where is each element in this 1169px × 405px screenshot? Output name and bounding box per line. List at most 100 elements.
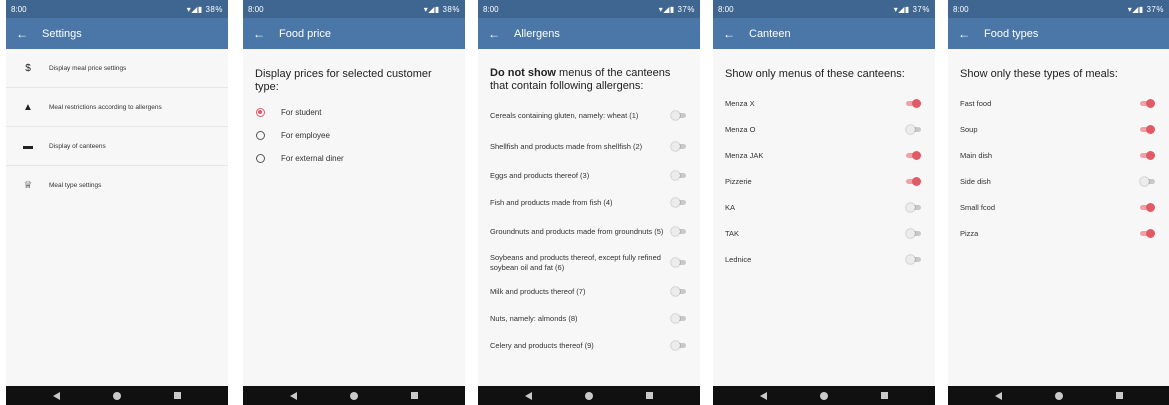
- allergen-toggle[interactable]: [671, 287, 686, 296]
- back-arrow-icon[interactable]: ←: [16, 27, 42, 41]
- allergen-row[interactable]: Cereals containing gluten, namely: wheat…: [478, 100, 700, 131]
- nav-recents-icon[interactable]: [1115, 392, 1123, 399]
- back-arrow-icon[interactable]: ←: [958, 27, 984, 41]
- allergen-toggle[interactable]: [671, 171, 686, 180]
- canteen-row[interactable]: Menza X: [713, 91, 935, 117]
- canteen-toggle[interactable]: [906, 151, 921, 160]
- canteen-row[interactable]: TAK: [713, 221, 935, 247]
- allergen-row[interactable]: Fish and products made from fish (4): [478, 189, 700, 216]
- food-type-row[interactable]: Fast food: [948, 91, 1169, 117]
- canteen-label: TAK: [725, 228, 740, 238]
- nav-home-icon[interactable]: [112, 391, 121, 400]
- nav-recents-icon[interactable]: [174, 392, 182, 399]
- canteen-toggle[interactable]: [906, 255, 921, 264]
- radio-option-student[interactable]: For student: [243, 101, 465, 124]
- allergen-toggle[interactable]: [671, 258, 686, 267]
- nav-back-icon[interactable]: [289, 391, 297, 400]
- canteen-row[interactable]: Lednice: [713, 247, 935, 273]
- canteen-toggle[interactable]: [906, 229, 921, 238]
- allergen-label: Groundnuts and products made from ground…: [490, 226, 664, 236]
- section-heading: Do not show menus of the canteens that c…: [478, 67, 700, 92]
- food-type-toggle[interactable]: [1140, 203, 1155, 212]
- allergen-row[interactable]: Eggs and products thereof (3): [478, 162, 700, 189]
- food-type-toggle[interactable]: [1140, 99, 1155, 108]
- app-bar: ← Settings: [6, 18, 228, 49]
- nav-home-icon[interactable]: [1054, 391, 1063, 400]
- canteen-row[interactable]: Pizzerie: [713, 169, 935, 195]
- canteen-toggle[interactable]: [906, 99, 921, 108]
- status-bar: 8:00 ▾◢▮ 38%: [243, 0, 465, 18]
- nav-home-icon[interactable]: [584, 391, 593, 400]
- allergen-toggle[interactable]: [671, 341, 686, 350]
- allergen-row[interactable]: Nuts, namely: almonds (8): [478, 305, 700, 332]
- food-type-toggle[interactable]: [1140, 151, 1155, 160]
- allergen-row[interactable]: Groundnuts and products made from ground…: [478, 216, 700, 247]
- screen-food-types: 8:00 ▾◢▮ 37% ← Food types Show only thes…: [948, 0, 1169, 405]
- nav-back-icon[interactable]: [759, 391, 767, 400]
- section-heading: Display prices for selected customer typ…: [255, 68, 432, 93]
- radio-button[interactable]: [256, 108, 265, 117]
- allergen-row[interactable]: Soybeans and products thereof, except fu…: [478, 247, 700, 278]
- food-type-row[interactable]: Pizza: [948, 221, 1169, 247]
- back-arrow-icon[interactable]: ←: [723, 27, 749, 41]
- canteen-label: Pizzerie: [725, 176, 752, 186]
- status-icons: ▾◢▮ 38%: [186, 4, 223, 14]
- nav-recents-icon[interactable]: [646, 392, 654, 399]
- radio-option-external[interactable]: For external diner: [243, 147, 465, 170]
- radio-button[interactable]: [256, 131, 265, 140]
- nav-home-icon[interactable]: [819, 391, 828, 400]
- allergen-toggle[interactable]: [671, 142, 686, 151]
- allergen-toggle[interactable]: [671, 111, 686, 120]
- allergen-toggle[interactable]: [671, 227, 686, 236]
- allergen-toggle[interactable]: [671, 314, 686, 323]
- battery-level: 37%: [912, 4, 930, 14]
- canteen-toggle[interactable]: [906, 177, 921, 186]
- food-price-content: Display prices for selected customer typ…: [243, 49, 465, 386]
- status-icons: ▾◢▮ 37%: [658, 4, 695, 14]
- nav-back-icon[interactable]: [524, 391, 532, 400]
- settings-item-label: Display of canteens: [49, 142, 106, 150]
- section-heading: Show only these types of meals:: [960, 68, 1118, 80]
- canteen-toggle[interactable]: [906, 125, 921, 134]
- food-type-row[interactable]: Soup: [948, 117, 1169, 143]
- status-icons: ▾◢▮ 37%: [1127, 4, 1164, 14]
- nav-back-icon[interactable]: [52, 391, 60, 400]
- food-type-row[interactable]: Small fcod: [948, 195, 1169, 221]
- canteen-label: Lednice: [725, 254, 752, 264]
- food-type-toggle[interactable]: [1140, 125, 1155, 134]
- allergen-toggle[interactable]: [671, 198, 686, 207]
- radio-label: For employee: [281, 131, 330, 140]
- back-arrow-icon[interactable]: ←: [488, 27, 514, 41]
- food-type-row[interactable]: Side dish: [948, 169, 1169, 195]
- screen-allergens: 8:00 ▾◢▮ 37% ← Allergens Do not show men…: [478, 0, 700, 405]
- allergen-row[interactable]: Celery and products thereof (9): [478, 332, 700, 359]
- screen-settings: 8:00 ▾◢▮ 38% ← Settings $ Display meal p…: [6, 0, 228, 405]
- radio-option-employee[interactable]: For employee: [243, 124, 465, 147]
- radio-button[interactable]: [256, 154, 265, 163]
- status-bar: 8:00 ▾◢▮ 37%: [948, 0, 1169, 18]
- settings-item-allergens[interactable]: ▲ Meal restrictions according to allerge…: [6, 88, 228, 127]
- food-type-row[interactable]: Main dish: [948, 143, 1169, 169]
- food-type-toggle[interactable]: [1140, 229, 1155, 238]
- nav-back-icon[interactable]: [994, 391, 1002, 400]
- settings-item-meal-price[interactable]: $ Display meal price settings: [6, 49, 228, 88]
- back-arrow-icon[interactable]: ←: [253, 27, 279, 41]
- app-bar: ← Canteen: [713, 18, 935, 49]
- canteen-label: KA: [725, 202, 736, 212]
- warning-icon: ▲: [23, 101, 33, 113]
- canteen-toggle[interactable]: [906, 203, 921, 212]
- allergen-row[interactable]: Milk and products thereof (7): [478, 278, 700, 305]
- store-icon: ▬: [23, 140, 33, 152]
- food-type-toggle[interactable]: [1140, 177, 1155, 186]
- canteen-row[interactable]: KA: [713, 195, 935, 221]
- canteen-content: Show only menus of these canteens: Menza…: [713, 49, 935, 386]
- allergen-row[interactable]: Shellfish and products made from shellfi…: [478, 131, 700, 162]
- battery-level: 38%: [442, 4, 460, 14]
- canteen-row[interactable]: Menza JAK: [713, 143, 935, 169]
- nav-recents-icon[interactable]: [411, 392, 419, 399]
- canteen-row[interactable]: Menza O: [713, 117, 935, 143]
- nav-recents-icon[interactable]: [881, 392, 889, 399]
- nav-home-icon[interactable]: [349, 391, 358, 400]
- settings-item-canteens[interactable]: ▬ Display of canteens: [6, 127, 228, 166]
- settings-item-meal-type[interactable]: ♕ Meal type settings: [6, 166, 228, 205]
